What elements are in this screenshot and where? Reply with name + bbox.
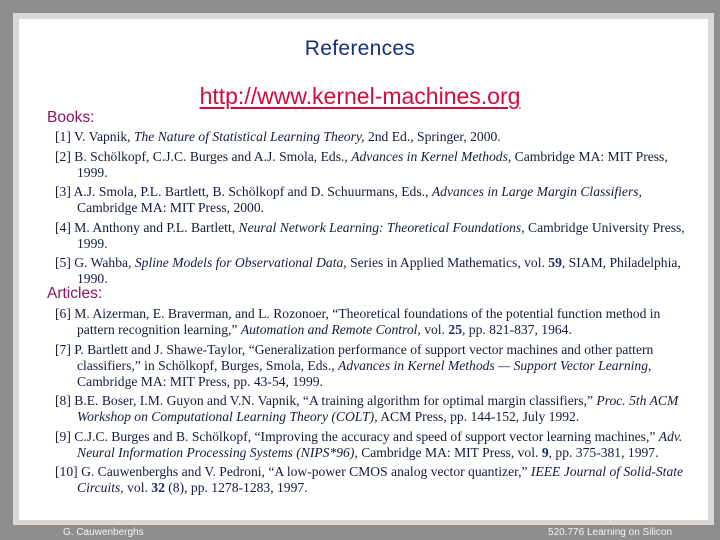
reference-item: [4] M. Anthony and P.L. Bartlett, Neural…: [55, 219, 685, 251]
reference-item: [6] M. Aizerman, E. Braverman, and L. Ro…: [55, 306, 661, 337]
books-list: [1] V. Vapnik, The Nature of Statistical…: [55, 129, 685, 291]
reference-item: [9] C.J.C. Burges and B. Schölkopf, “Imp…: [55, 428, 683, 460]
footer-course: 520.776 Learning on Silicon: [548, 527, 672, 538]
books-heading: Books:: [47, 109, 95, 126]
reference-item: [3] A.J. Smola, P.L. Bartlett, B. Schölk…: [55, 184, 642, 215]
reference-item: [10] G. Cauwenberghs and V. Pedroni, “A …: [55, 464, 684, 495]
reference-item: [2] B. Schölkopf, C.J.C. Burges and A.J.…: [55, 148, 668, 180]
articles-list: [6] M. Aizerman, E. Braverman, and L. Ro…: [55, 306, 685, 500]
reference-item: [5] G. Wahba, Spline Models for Observat…: [55, 255, 681, 286]
reference-item: [1] V. Vapnik, The Nature of Statistical…: [55, 129, 501, 144]
footer-author: G. Cauwenberghs: [63, 527, 144, 538]
articles-heading: Articles:: [47, 285, 103, 302]
kernel-machines-link[interactable]: http://www.kernel-machines.org: [0, 83, 720, 110]
reference-item: [7] P. Bartlett and J. Shawe-Taylor, “Ge…: [55, 341, 654, 389]
reference-item: [8] B.E. Boser, I.M. Guyon and V.N. Vapn…: [55, 393, 679, 424]
slide-title: References: [304, 37, 416, 60]
